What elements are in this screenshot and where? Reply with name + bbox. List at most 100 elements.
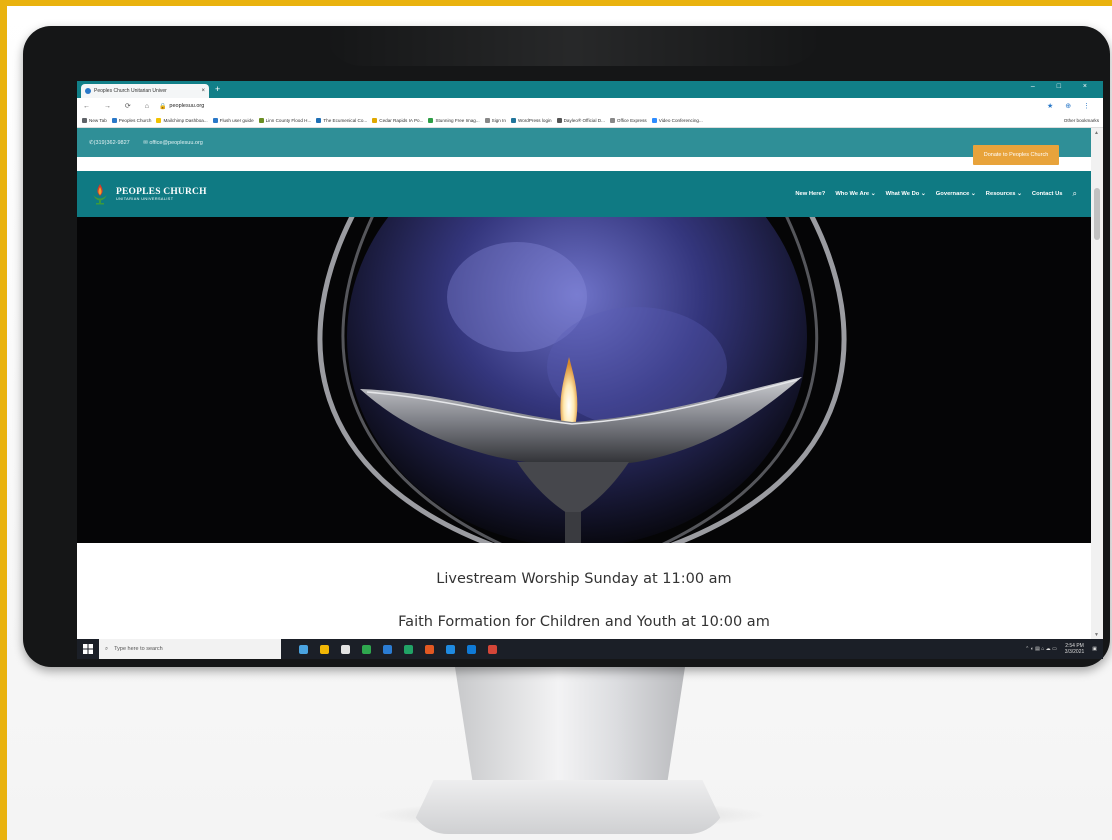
bookmark-item[interactable]: Dayleo® Official D... bbox=[556, 118, 605, 123]
email-link[interactable]: ✉ office@peoplesuu.org bbox=[143, 140, 209, 146]
clock-date: 3/3/2021 bbox=[1064, 649, 1085, 655]
main-menu: New Here? Who We Are ⌄ What We Do ⌄ Gove… bbox=[785, 189, 1077, 199]
bookmarks-bar: New Tab Peoples Church Mailchimp Dashboa..… bbox=[77, 114, 1103, 128]
bookmark-label: Dayleo® Official D... bbox=[563, 118, 605, 123]
menu-what-we-do[interactable]: What We Do ⌄ bbox=[886, 191, 926, 197]
bookmark-item[interactable]: Cedar Rapids IA Po... bbox=[372, 118, 423, 123]
flaming-chalice-logo-icon bbox=[93, 184, 107, 205]
windows-taskbar: ⌕ Type here to search ⌃ ◐ ▤ ⌂ ☁ ▭ 2:54 P… bbox=[77, 639, 1103, 659]
taskbar-search-box[interactable]: ⌕ Type here to search bbox=[99, 639, 281, 659]
bookmark-favicon-icon bbox=[372, 118, 378, 123]
tab-close-icon[interactable]: × bbox=[201, 88, 205, 94]
bookmark-item[interactable]: Sign In bbox=[484, 118, 506, 123]
taskbar-app-icon[interactable] bbox=[320, 644, 329, 654]
menu-contact-us[interactable]: Contact Us bbox=[1032, 191, 1063, 197]
page-scrollbar[interactable]: ▲ ▼ bbox=[1091, 128, 1103, 640]
taskbar-app-icon[interactable] bbox=[467, 644, 476, 654]
bookmark-favicon-icon bbox=[651, 118, 657, 123]
bookmark-label: WordPress login bbox=[517, 118, 552, 123]
bookmark-favicon-icon bbox=[212, 118, 218, 123]
url-input[interactable]: 🔒 peoplesuu.org bbox=[159, 101, 1019, 112]
scrollbar-thumb[interactable] bbox=[1094, 188, 1100, 240]
bookmark-label: Video Conferencing... bbox=[658, 118, 703, 123]
new-tab-button[interactable]: + bbox=[215, 84, 220, 94]
livestream-heading: Livestream Worship Sunday at 11:00 am bbox=[436, 571, 732, 587]
taskbar-app-icon[interactable] bbox=[383, 644, 392, 654]
site-header-nav: PEOPLES CHURCH UNITARIAN UNIVERSALIST Ne… bbox=[77, 171, 1091, 217]
bookmark-favicon-icon bbox=[428, 118, 434, 123]
nav-buttons[interactable]: ← → ⟳ ⌂ bbox=[83, 102, 155, 110]
bookmark-favicon-icon bbox=[510, 118, 516, 123]
taskbar-app-icon[interactable] bbox=[488, 644, 497, 654]
search-icon[interactable]: ⌕ bbox=[1073, 189, 1077, 199]
taskbar-app-icon[interactable] bbox=[446, 644, 455, 654]
scroll-down-icon[interactable]: ▼ bbox=[1094, 632, 1099, 638]
taskbar-app-icon[interactable] bbox=[362, 644, 371, 654]
bookmark-item[interactable]: Office Express bbox=[609, 118, 647, 123]
bookmark-favicon-icon bbox=[258, 118, 264, 123]
donate-button[interactable]: Donate to Peoples Church bbox=[973, 145, 1059, 165]
other-bookmarks[interactable]: Other bookmarks bbox=[1064, 118, 1099, 123]
bookmark-favicon-icon bbox=[556, 118, 562, 123]
browser-tab-bar: Peoples Church Unitarian Univer × + – □ … bbox=[77, 81, 1103, 98]
yellow-frame-left bbox=[0, 0, 7, 840]
monitor-bezel: Peoples Church Unitarian Univer × + – □ … bbox=[23, 26, 1110, 667]
site-logo[interactable]: PEOPLES CHURCH UNITARIAN UNIVERSALIST bbox=[91, 183, 207, 205]
menu-new-here[interactable]: New Here? bbox=[795, 191, 825, 197]
bookmark-item[interactable]: Linn County Flood H... bbox=[258, 118, 312, 123]
taskbar-app-icon[interactable] bbox=[425, 644, 434, 654]
bookmark-label: Office Express bbox=[616, 118, 647, 123]
window-controls[interactable]: – □ × bbox=[1031, 83, 1097, 90]
logo-name: PEOPLES CHURCH bbox=[116, 187, 207, 197]
hero-chalice-image bbox=[77, 217, 1091, 543]
bookmark-label: Flush user guide bbox=[219, 118, 254, 123]
contact-info: ✆(319)362-9827 ✉ office@peoplesuu.org bbox=[89, 140, 215, 146]
scroll-up-icon[interactable]: ▲ bbox=[1094, 130, 1099, 136]
site-top-bar: ✆(319)362-9827 ✉ office@peoplesuu.org bbox=[77, 128, 1091, 157]
tray-icons[interactable]: ⌃ ◐ ▤ ⌂ ☁ ▭ bbox=[1025, 646, 1057, 652]
bookmark-item[interactable]: Mailchimp Dashboa... bbox=[156, 118, 208, 123]
faith-formation-heading: Faith Formation for Children and Youth a… bbox=[398, 614, 770, 630]
bookmark-favicon-icon bbox=[316, 118, 322, 123]
url-text: peoplesuu.org bbox=[169, 103, 205, 109]
bookmark-item[interactable]: WordPress login bbox=[510, 118, 552, 123]
bookmark-item[interactable]: The Ecumenical Co... bbox=[316, 118, 367, 123]
bookmark-item[interactable]: Video Conferencing... bbox=[651, 118, 703, 123]
bookmark-favicon-icon bbox=[111, 118, 117, 123]
taskbar-search-placeholder: Type here to search bbox=[114, 646, 163, 652]
bookmark-label: Cedar Rapids IA Po... bbox=[379, 118, 424, 123]
taskbar-app-icon[interactable] bbox=[404, 644, 413, 654]
bookmark-item[interactable]: Stunning Free Imag... bbox=[428, 118, 480, 123]
notifications-icon[interactable]: ▣ bbox=[1092, 646, 1097, 652]
taskbar-clock[interactable]: 2:54 PM 3/3/2021 bbox=[1065, 643, 1084, 655]
phone-link[interactable]: ✆(319)362-9827 bbox=[89, 140, 136, 146]
taskbar-app-icon[interactable] bbox=[299, 644, 308, 654]
address-bar-row: ← → ⟳ ⌂ 🔒 peoplesuu.org ★ ⊕ ⋮ bbox=[77, 98, 1103, 114]
taskbar-app-icon[interactable] bbox=[341, 644, 350, 654]
bookmark-label: The Ecumenical Co... bbox=[323, 118, 368, 123]
bookmark-item[interactable]: Peoples Church bbox=[111, 118, 151, 123]
tab-title: Peoples Church Unitarian Univer bbox=[94, 88, 167, 94]
start-button[interactable] bbox=[77, 639, 99, 659]
bookmark-favicon-icon bbox=[484, 118, 490, 123]
browser-tab[interactable]: Peoples Church Unitarian Univer × bbox=[81, 84, 209, 98]
bookmark-item[interactable]: New Tab bbox=[82, 118, 107, 123]
bookmark-item[interactable]: Flush user guide bbox=[212, 118, 254, 123]
monitor-screen: Peoples Church Unitarian Univer × + – □ … bbox=[77, 81, 1103, 659]
bookmark-favicon-icon bbox=[609, 118, 615, 123]
monitor-stand-base bbox=[408, 780, 728, 834]
monitor-stand-neck bbox=[455, 667, 685, 787]
windows-logo-icon bbox=[83, 644, 93, 654]
tab-favicon-icon bbox=[85, 88, 91, 94]
menu-governance[interactable]: Governance ⌄ bbox=[936, 191, 976, 197]
browser-right-icons[interactable]: ★ ⊕ ⋮ bbox=[1047, 102, 1095, 110]
lock-icon: 🔒 bbox=[158, 103, 167, 110]
taskbar-apps bbox=[293, 644, 503, 654]
bookmark-label: Linn County Flood H... bbox=[265, 118, 312, 123]
logo-subtitle: UNITARIAN UNIVERSALIST bbox=[116, 197, 174, 201]
menu-who-we-are[interactable]: Who We Are ⌄ bbox=[835, 191, 875, 197]
system-tray: ⌃ ◐ ▤ ⌂ ☁ ▭ 2:54 PM 3/3/2021 ▣ bbox=[1025, 643, 1097, 655]
menu-resources[interactable]: Resources ⌄ bbox=[986, 191, 1022, 197]
bookmark-label: New Tab bbox=[89, 118, 107, 123]
bookmark-favicon-icon bbox=[82, 118, 87, 123]
